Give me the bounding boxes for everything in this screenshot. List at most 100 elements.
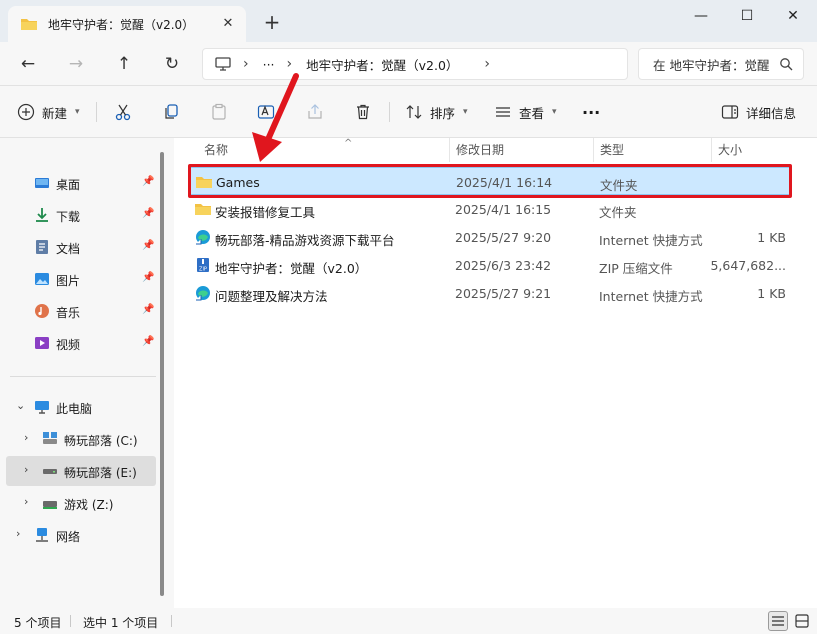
back-button[interactable]: ←: [14, 50, 42, 78]
details-view-button[interactable]: [768, 611, 788, 631]
column-header-type[interactable]: 类型: [594, 138, 712, 162]
new-tab-button[interactable]: +: [262, 12, 282, 32]
tiles-view-icon: [795, 614, 809, 628]
share-button[interactable]: [305, 98, 325, 126]
search-input[interactable]: 在 地牢守护者：觉醒（v2.0）中搜索: [638, 48, 804, 80]
sidebar-item-drive-e[interactable]: › 畅玩部落 (E:): [6, 456, 156, 486]
file-modified: 2025/4/1 16:15: [455, 202, 552, 217]
file-type: 文件夹: [599, 205, 637, 220]
view-button[interactable]: 查看 ▾: [493, 98, 557, 126]
up-arrow-icon: ↑: [116, 54, 132, 74]
chevron-right-icon[interactable]: ›: [16, 527, 20, 540]
chevron-down-icon[interactable]: ⌄: [16, 399, 25, 412]
item-count: 5 个项目: [14, 616, 62, 630]
file-name: 地牢守护者：觉醒（v2.0）: [215, 261, 368, 276]
sidebar-divider: [10, 376, 156, 377]
sidebar-item-label: 文档: [56, 242, 81, 256]
chevron-right-icon[interactable]: ›: [24, 495, 28, 508]
table-row[interactable]: 问题整理及解决方法 2025/5/27 9:21 Internet 快捷方式 1…: [190, 279, 790, 307]
maximize-button[interactable]: ☐: [724, 0, 770, 32]
chevron-right-icon: ›: [286, 56, 293, 72]
file-name: 安装报错修复工具: [215, 205, 316, 220]
column-header-size[interactable]: 大小: [712, 138, 792, 162]
sidebar-item-pictures[interactable]: 图片 📌: [6, 264, 156, 294]
forward-button[interactable]: →: [62, 50, 90, 78]
file-modified: 2025/5/27 9:20: [455, 230, 552, 245]
sidebar-item-drive-c[interactable]: › 畅玩部落 (C:): [6, 424, 156, 454]
tiles-view-button[interactable]: [792, 611, 812, 631]
drive-icon: [43, 469, 57, 474]
folder-icon: [21, 19, 37, 30]
more-icon: ···: [582, 102, 601, 122]
sidebar-item-label: 音乐: [56, 306, 81, 320]
copy-icon: [161, 102, 181, 122]
breadcrumb-current-folder[interactable]: 地牢守护者：觉醒（v2.0）: [306, 55, 458, 74]
sidebar-item-label: 畅玩部落 (E:): [64, 466, 137, 480]
cut-button[interactable]: [113, 98, 133, 126]
sidebar-item-videos[interactable]: 视频 📌: [6, 328, 156, 358]
sidebar-item-label: 图片: [56, 274, 81, 288]
sidebar-item-desktop[interactable]: 桌面 📌: [6, 168, 156, 198]
chevron-right-icon[interactable]: ›: [24, 431, 28, 444]
sidebar-item-drive-z[interactable]: › 游戏 (Z:): [6, 488, 156, 518]
tab-title: 地牢守护者：觉醒（v2.0）: [48, 17, 195, 32]
tab-close-button[interactable]: ✕: [220, 16, 236, 32]
new-button[interactable]: 新建 ▾: [16, 98, 80, 126]
pin-icon: 📌: [142, 272, 155, 283]
svg-text:ZIP: ZIP: [199, 267, 207, 273]
chevron-right-icon[interactable]: ›: [24, 463, 28, 476]
tab-current[interactable]: 地牢守护者：觉醒（v2.0） ✕: [8, 6, 246, 42]
file-name: 问题整理及解决方法: [215, 289, 328, 304]
refresh-button[interactable]: ↻: [158, 50, 186, 78]
back-arrow-icon: ←: [20, 54, 36, 74]
file-type: Internet 快捷方式: [599, 233, 703, 248]
edge-shortcut-icon: [196, 230, 210, 245]
pin-icon: 📌: [142, 208, 155, 219]
windows-drive-icon: [43, 432, 57, 444]
up-button[interactable]: ↑: [110, 50, 138, 78]
refresh-icon: ↻: [164, 54, 180, 74]
column-header-modified[interactable]: 修改日期: [450, 138, 594, 162]
sort-label: 排序: [430, 105, 456, 121]
sidebar-item-this-pc[interactable]: ⌄ 此电脑: [6, 392, 156, 422]
computer-icon: [215, 57, 231, 71]
column-header-name[interactable]: 名称 ^: [198, 138, 450, 162]
sidebar-item-label: 桌面: [56, 178, 81, 192]
delete-button[interactable]: [353, 98, 373, 126]
minimize-button[interactable]: —: [678, 0, 724, 32]
table-row[interactable]: 安装报错修复工具 2025/4/1 16:15 文件夹: [190, 195, 790, 223]
sidebar-item-label: 下载: [56, 210, 81, 224]
new-label: 新建: [42, 105, 68, 121]
view-list-icon: [493, 102, 513, 122]
file-modified: 2025/5/27 9:21: [455, 286, 552, 301]
sidebar-item-label: 视频: [56, 338, 81, 352]
maximize-icon: ☐: [740, 8, 754, 24]
table-row[interactable]: ZIP 地牢守护者：觉醒（v2.0） 2025/6/3 23:42 ZIP 压缩…: [190, 251, 790, 279]
file-size: 1 KB: [757, 286, 786, 301]
sort-button[interactable]: 排序 ▾: [404, 98, 468, 126]
table-row[interactable]: 畅玩部落-精品游戏资源下载平台 2025/5/27 9:20 Internet …: [190, 223, 790, 251]
sidebar-item-music[interactable]: 音乐 📌: [6, 296, 156, 326]
details-pane-button[interactable]: 详细信息: [720, 98, 796, 126]
paste-button[interactable]: [209, 98, 229, 126]
sidebar-item-documents[interactable]: 文档 📌: [6, 232, 156, 262]
chevron-down-icon: ▾: [463, 107, 468, 117]
more-options-button[interactable]: ···: [582, 98, 600, 126]
close-button[interactable]: ✕: [770, 0, 816, 32]
pin-icon: 📌: [142, 336, 155, 347]
chevron-right-icon[interactable]: ›: [484, 56, 490, 72]
breadcrumb-more[interactable]: ···: [263, 57, 275, 72]
sidebar-item-downloads[interactable]: 下载 📌: [6, 200, 156, 230]
annotation-highlight-box: [188, 164, 792, 198]
sidebar-item-network[interactable]: › 网络: [6, 520, 156, 550]
file-size: 1 KB: [757, 230, 786, 245]
network-icon: [36, 528, 48, 542]
sidebar-scrollbar[interactable]: [160, 152, 164, 596]
copy-button[interactable]: [161, 98, 181, 126]
file-type: Internet 快捷方式: [599, 289, 703, 304]
pictures-icon: [35, 273, 49, 285]
folder-icon: [195, 204, 211, 215]
chevron-down-icon: ▾: [552, 107, 557, 117]
plus-circle-icon: [16, 102, 36, 122]
trash-icon: [353, 102, 373, 122]
